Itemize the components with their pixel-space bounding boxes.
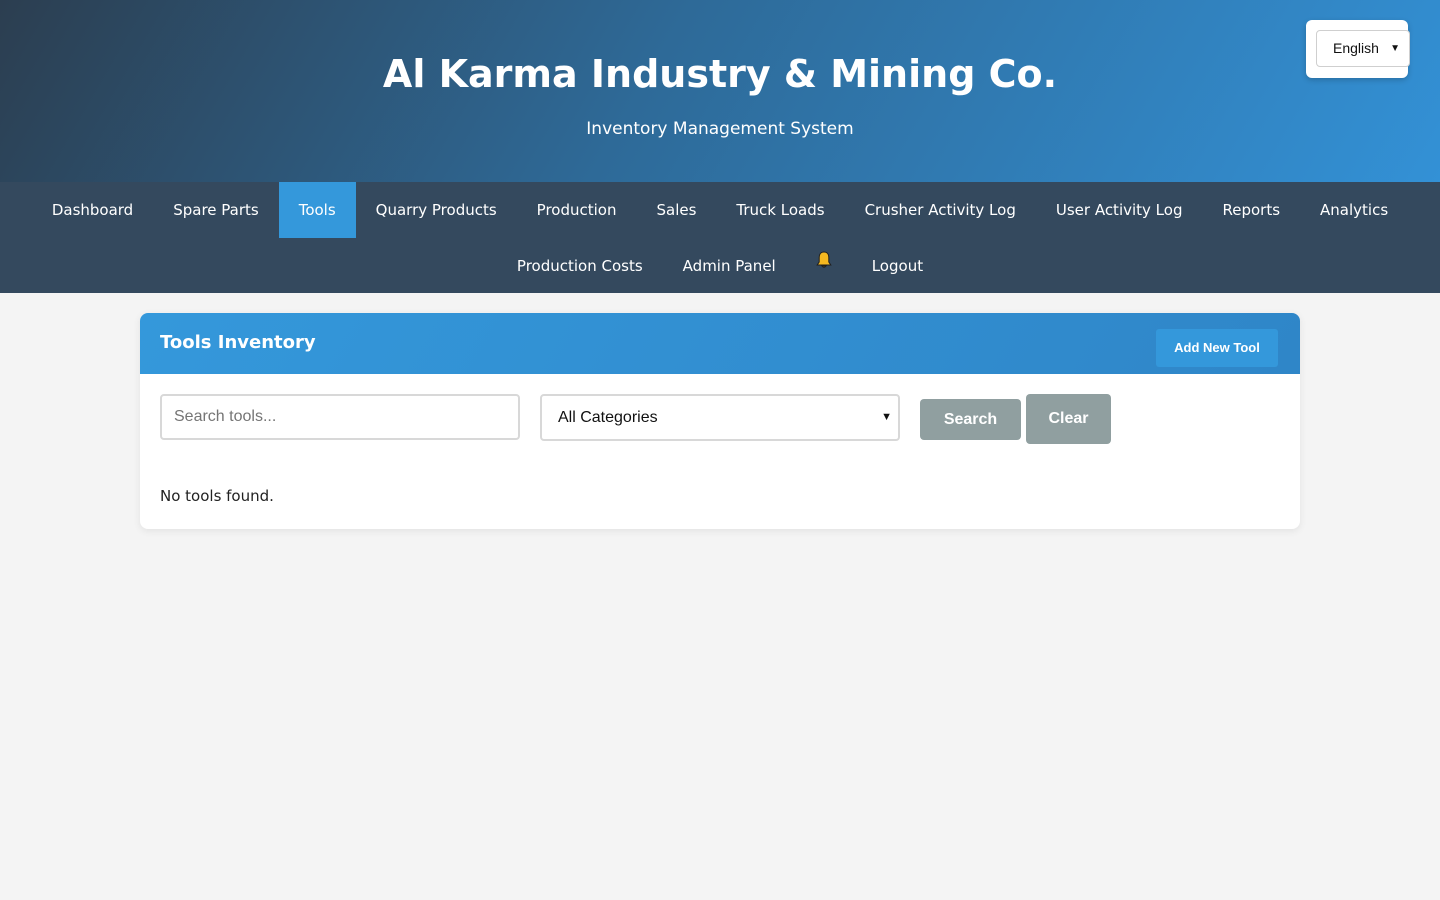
bell-icon	[815, 250, 832, 268]
search-input[interactable]	[160, 394, 520, 440]
nav-item-production-costs[interactable]: Production Costs	[497, 238, 663, 293]
nav-item-admin-panel[interactable]: Admin Panel	[663, 238, 796, 293]
nav-item-analytics[interactable]: Analytics	[1300, 182, 1408, 238]
nav-item-notifications[interactable]	[796, 238, 852, 293]
nav-row-primary: Dashboard Spare Parts Tools Quarry Produ…	[0, 182, 1440, 238]
nav-item-production[interactable]: Production	[517, 182, 637, 238]
app-header: Al Karma Industry & Mining Co. Inventory…	[0, 0, 1440, 182]
search-button[interactable]: Search	[920, 399, 1021, 440]
clear-button[interactable]: Clear	[1026, 394, 1111, 444]
nav-item-crusher-activity-log[interactable]: Crusher Activity Log	[845, 182, 1036, 238]
nav-item-dashboard[interactable]: Dashboard	[32, 182, 153, 238]
nav-item-tools[interactable]: Tools	[278, 182, 356, 238]
app-title: Al Karma Industry & Mining Co.	[382, 52, 1058, 96]
nav-item-spare-parts[interactable]: Spare Parts	[153, 182, 279, 238]
tools-inventory-card: Tools Inventory Add New Tool All Categor…	[140, 313, 1300, 529]
page-title: Tools Inventory	[160, 332, 316, 353]
card-header: Tools Inventory Add New Tool	[140, 313, 1300, 374]
category-select-value: All Categories	[558, 409, 658, 426]
nav-item-user-activity-log[interactable]: User Activity Log	[1036, 182, 1203, 238]
nav-item-truck-loads[interactable]: Truck Loads	[716, 182, 844, 238]
nav-item-logout[interactable]: Logout	[852, 238, 943, 293]
language-select-value: English	[1333, 40, 1379, 56]
main-nav: Dashboard Spare Parts Tools Quarry Produ…	[0, 182, 1440, 293]
nav-item-sales[interactable]: Sales	[636, 182, 716, 238]
app-subtitle: Inventory Management System	[586, 119, 854, 139]
chevron-down-icon: ▼	[1390, 43, 1400, 54]
nav-item-reports[interactable]: Reports	[1202, 182, 1300, 238]
category-select[interactable]: All Categories ▼	[540, 394, 900, 441]
language-switcher: English ▼	[1306, 20, 1410, 78]
nav-item-quarry-products[interactable]: Quarry Products	[356, 182, 517, 238]
nav-row-secondary: Production Costs Admin Panel Logout	[0, 238, 1440, 293]
chevron-down-icon: ▼	[881, 411, 892, 423]
add-new-tool-button[interactable]: Add New Tool	[1156, 329, 1278, 367]
language-select[interactable]: English ▼	[1316, 30, 1410, 67]
empty-state-message: No tools found.	[160, 487, 274, 505]
